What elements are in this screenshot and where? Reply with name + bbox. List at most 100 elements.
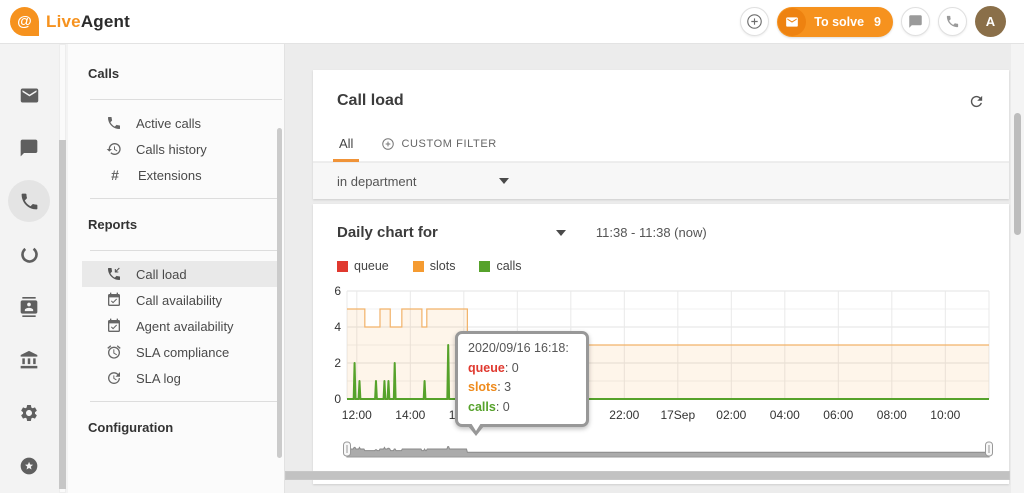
page-scrollbar-track[interactable]	[1011, 44, 1024, 493]
history-icon	[106, 141, 122, 157]
sidebar-item-label: Agent availability	[136, 319, 234, 334]
sidebar-item-sla-compliance[interactable]: SLA compliance	[82, 339, 282, 365]
svg-text:4: 4	[334, 320, 341, 334]
chart-time-range: 11:38 - 11:38 (now)	[596, 225, 707, 240]
gear-icon	[19, 403, 39, 423]
sidebar-scrollbar-thumb[interactable]	[277, 128, 282, 458]
logo-at-glyph: @	[17, 13, 32, 30]
loop-icon	[19, 244, 40, 265]
sidebar-heading-configuration: Configuration	[68, 412, 284, 443]
svg-text:0: 0	[334, 392, 341, 406]
svg-text:14:00: 14:00	[395, 408, 425, 422]
tooltip-row-calls: calls0	[468, 398, 576, 417]
sidebar-item-active-calls[interactable]: Active calls	[82, 110, 282, 136]
legend-item-slots[interactable]: slots	[413, 259, 456, 273]
refresh-icon[interactable]	[968, 93, 985, 110]
avatar-letter: A	[986, 14, 995, 29]
rail-item-social[interactable]	[8, 233, 50, 275]
calls-sidebar: Calls Active calls Calls history # Exten…	[68, 44, 285, 493]
rail-scrollbar-thumb[interactable]	[59, 140, 66, 489]
svg-text:04:00: 04:00	[770, 408, 800, 422]
envelope-icon	[778, 8, 806, 36]
svg-text:12:00: 12:00	[342, 408, 372, 422]
to-solve-button[interactable]: To solve 9	[777, 7, 893, 37]
sidebar-item-agent-availability[interactable]: Agent availability	[82, 313, 282, 339]
chevron-down-icon[interactable]	[556, 230, 566, 236]
page-scrollbar-thumb[interactable]	[1014, 113, 1021, 235]
sidebar-item-calls-history[interactable]: Calls history	[82, 136, 282, 162]
tab-custom-filter[interactable]: CUSTOM FILTER	[367, 137, 510, 161]
hash-icon: #	[106, 167, 124, 183]
liveagent-logo[interactable]: @ LiveAgent	[10, 7, 130, 36]
chart-navigator[interactable]	[329, 438, 993, 462]
chats-button[interactable]	[901, 7, 930, 36]
sidebar-item-label: Calls history	[136, 142, 207, 157]
chart-tooltip: 2020/09/16 16:18: queue0 slots3 calls0	[455, 331, 589, 427]
tab-custom-filter-label: CUSTOM FILTER	[401, 138, 496, 150]
liveagent-logo-icon: @	[10, 7, 39, 36]
chevron-down-icon	[499, 178, 509, 184]
rail-item-chats[interactable]	[8, 127, 50, 169]
sidebar-item-label: Active calls	[136, 116, 201, 131]
phone-icon	[19, 191, 40, 212]
sidebar-item-extensions[interactable]: # Extensions	[82, 162, 282, 188]
legend-item-queue[interactable]: queue	[337, 259, 389, 273]
legend-swatch-queue	[337, 261, 348, 272]
legend-label: slots	[430, 259, 456, 273]
svg-text:10:00: 10:00	[930, 408, 960, 422]
tab-all[interactable]: All	[325, 136, 367, 161]
call-load-card: Call load All CUSTOM FILTER in departmen…	[313, 70, 1009, 199]
divider	[90, 99, 282, 100]
svg-text:17Sep: 17Sep	[660, 408, 695, 422]
sidebar-heading-reports: Reports	[68, 209, 284, 240]
tab-bar: All CUSTOM FILTER	[313, 124, 1009, 162]
calls-button[interactable]	[938, 7, 967, 36]
chat-icon	[19, 138, 39, 158]
avatar[interactable]: A	[975, 6, 1006, 37]
page-title: Call load	[337, 92, 404, 110]
sidebar-item-label: Call load	[136, 267, 187, 282]
svg-text:6: 6	[334, 284, 341, 298]
rail-item-tickets[interactable]	[8, 74, 50, 116]
rail-item-gamification[interactable]	[8, 445, 50, 487]
phone-call-icon	[106, 266, 122, 282]
add-button[interactable]	[740, 7, 769, 36]
calendar-check-icon	[106, 318, 122, 334]
contacts-icon	[19, 297, 39, 317]
sidebar-item-call-load[interactable]: Call load	[82, 261, 282, 287]
legend-label: calls	[496, 259, 521, 273]
legend-item-calls[interactable]: calls	[479, 259, 521, 273]
chart-title: Daily chart for	[337, 224, 438, 241]
bank-icon	[19, 350, 39, 370]
divider	[90, 198, 282, 199]
clock-refresh-icon	[106, 370, 122, 386]
svg-text:06:00: 06:00	[823, 408, 853, 422]
phone-icon	[106, 115, 122, 131]
department-select[interactable]: in department	[337, 174, 509, 189]
sidebar-item-label: SLA compliance	[136, 345, 229, 360]
add-icon	[746, 13, 763, 30]
to-solve-label: To solve	[814, 15, 864, 29]
main-area: Call load All CUSTOM FILTER in departmen…	[285, 44, 1024, 493]
rail-scrollbar[interactable]	[58, 44, 68, 493]
sidebar-item-sla-log[interactable]: SLA log	[82, 365, 282, 391]
sidebar-heading-calls: Calls	[68, 58, 284, 89]
legend-swatch-slots	[413, 261, 424, 272]
logo-live: Live	[46, 12, 81, 31]
mail-icon	[19, 85, 40, 106]
department-filter-row: in department	[313, 162, 1009, 199]
rail-item-calls[interactable]	[8, 180, 50, 222]
divider	[90, 250, 282, 251]
department-select-value: in department	[337, 174, 417, 189]
svg-text:2: 2	[334, 356, 341, 370]
rail-item-settings[interactable]	[8, 392, 50, 434]
divider	[90, 401, 282, 402]
horizontal-scrollbar-thumb[interactable]	[286, 472, 1009, 479]
rail-item-company[interactable]	[8, 339, 50, 381]
horizontal-scrollbar[interactable]	[285, 471, 1010, 480]
daily-chart[interactable]: 12:0014:0016:0018:0020:0022:0017Sep02:00…	[329, 281, 993, 431]
icon-rail	[0, 44, 58, 493]
rail-item-contacts[interactable]	[8, 286, 50, 328]
sidebar-item-call-availability[interactable]: Call availability	[82, 287, 282, 313]
chart-legend: queue slots calls	[329, 241, 993, 279]
